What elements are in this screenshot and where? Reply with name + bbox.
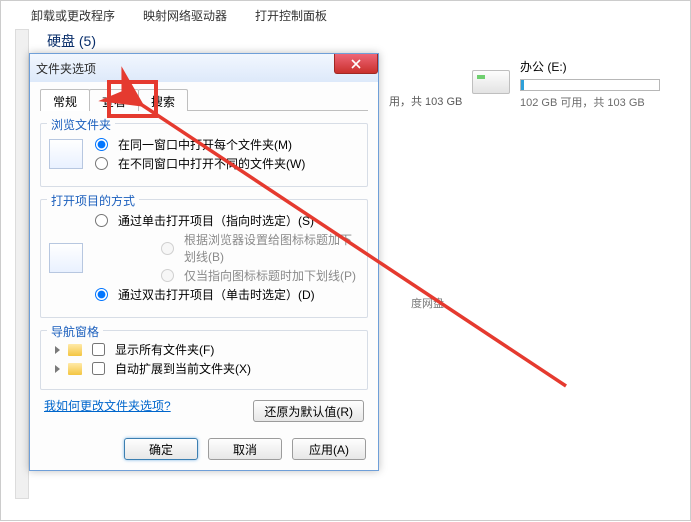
close-icon bbox=[351, 59, 361, 69]
cmd-map-network-drive[interactable]: 映射网络驱动器 bbox=[143, 7, 227, 24]
drive-label: 办公 (E:) bbox=[520, 58, 670, 75]
group-legend-nav: 导航窗格 bbox=[47, 323, 103, 340]
tab-search[interactable]: 搜索 bbox=[138, 89, 188, 111]
folder-options-dialog: 文件夹选项 常规 查看 搜索 浏览文件夹 在同一窗口中打开每个文件夹(M) 在不… bbox=[29, 53, 379, 471]
restore-defaults-button[interactable]: 还原为默认值(R) bbox=[253, 400, 364, 422]
click-illustration-icon bbox=[49, 243, 83, 273]
tab-view[interactable]: 查看 bbox=[89, 89, 139, 111]
group-legend-open: 打开项目的方式 bbox=[47, 192, 139, 209]
dialog-button-row: 确定 取消 应用(A) bbox=[30, 438, 378, 460]
section-hard-drives: 硬盘 (5) bbox=[47, 31, 96, 51]
explorer-command-bar: 卸载或更改程序 映射网络驱动器 打开控制面板 bbox=[31, 4, 690, 26]
radio-new-window[interactable] bbox=[95, 157, 108, 170]
drive-capacity-bar bbox=[520, 79, 660, 91]
radio-underline-browser bbox=[161, 242, 174, 255]
dialog-title: 文件夹选项 bbox=[36, 60, 96, 77]
dialog-titlebar[interactable]: 文件夹选项 bbox=[30, 54, 378, 82]
folder-icon bbox=[68, 344, 82, 356]
label-new-window: 在不同窗口中打开不同的文件夹(W) bbox=[118, 155, 305, 172]
apply-button[interactable]: 应用(A) bbox=[292, 438, 366, 460]
radio-same-window[interactable] bbox=[95, 138, 108, 151]
cancel-button[interactable]: 取消 bbox=[208, 438, 282, 460]
label-auto-expand: 自动扩展到当前文件夹(X) bbox=[115, 360, 251, 377]
group-browse-folders: 浏览文件夹 在同一窗口中打开每个文件夹(M) 在不同窗口中打开不同的文件夹(W) bbox=[40, 123, 368, 187]
drive-e[interactable]: 办公 (E:) 102 GB 可用，共 103 GB bbox=[520, 58, 670, 110]
check-show-all-folders[interactable] bbox=[92, 343, 105, 356]
drive-status-partial: 用，共 103 GB bbox=[389, 93, 462, 109]
label-show-all-folders: 显示所有文件夹(F) bbox=[115, 341, 214, 358]
browse-illustration-icon bbox=[49, 139, 83, 169]
tree-arrow-icon bbox=[55, 346, 60, 354]
drive-status: 102 GB 可用，共 103 GB bbox=[520, 94, 670, 110]
label-underline-hover: 仅当指向图标标题时加下划线(P) bbox=[184, 267, 356, 284]
cmd-open-control-panel[interactable]: 打开控制面板 bbox=[255, 7, 327, 24]
radio-double-click[interactable] bbox=[95, 288, 108, 301]
check-auto-expand[interactable] bbox=[92, 362, 105, 375]
tab-strip: 常规 查看 搜索 bbox=[40, 88, 368, 111]
cmd-uninstall-program[interactable]: 卸载或更改程序 bbox=[31, 7, 115, 24]
tab-general[interactable]: 常规 bbox=[40, 89, 90, 111]
group-navigation-pane: 导航窗格 显示所有文件夹(F) 自动扩展到当前文件夹(X) bbox=[40, 330, 368, 390]
tree-arrow-icon bbox=[55, 365, 60, 373]
hard-drive-icon bbox=[472, 70, 510, 94]
close-button[interactable] bbox=[334, 54, 378, 74]
help-link-folder-options[interactable]: 我如何更改文件夹选项? bbox=[44, 397, 171, 414]
label-same-window: 在同一窗口中打开每个文件夹(M) bbox=[118, 136, 292, 153]
group-legend-browse: 浏览文件夹 bbox=[47, 116, 115, 133]
label-double-click: 通过双击打开项目（单击时选定）(D) bbox=[118, 286, 315, 303]
radio-underline-hover bbox=[161, 269, 174, 282]
scrollbar-vertical[interactable] bbox=[15, 29, 29, 499]
cloud-drive-label-fragment: 度网盘 bbox=[411, 295, 444, 311]
radio-single-click[interactable] bbox=[95, 214, 108, 227]
group-open-style: 打开项目的方式 通过单击打开项目（指向时选定）(S) 根据浏览器设置给图标标题加… bbox=[40, 199, 368, 318]
label-underline-browser: 根据浏览器设置给图标标题加下划线(B) bbox=[184, 231, 359, 265]
ok-button[interactable]: 确定 bbox=[124, 438, 198, 460]
folder-icon bbox=[68, 363, 82, 375]
label-single-click: 通过单击打开项目（指向时选定）(S) bbox=[118, 212, 314, 229]
